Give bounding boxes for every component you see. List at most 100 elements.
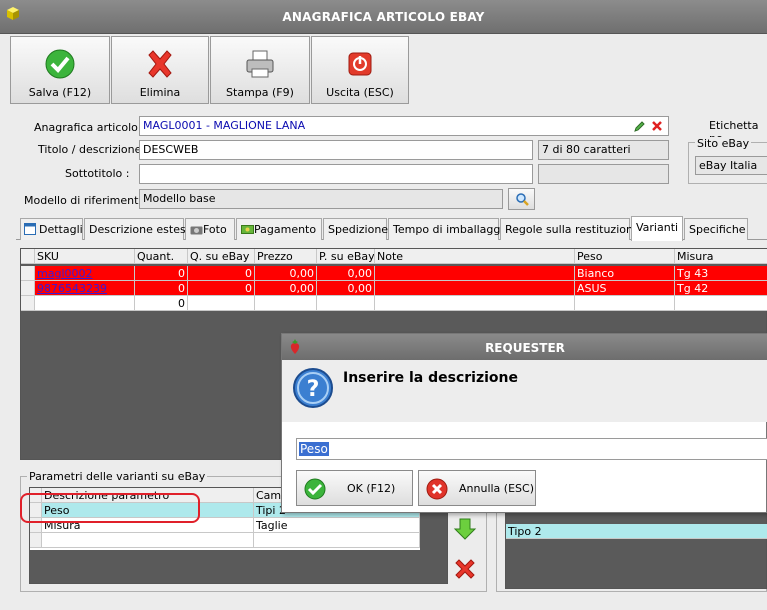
dialog-header: ? Inserire la descrizione — [282, 360, 767, 422]
exit-label: Uscita (ESC) — [326, 86, 394, 99]
cell-quant[interactable]: 0 — [135, 266, 188, 281]
exit-button[interactable]: Uscita (ESC) — [311, 36, 409, 104]
arrow-down-icon[interactable] — [452, 516, 478, 542]
cell-misura[interactable] — [675, 296, 767, 311]
sottotitolo-field[interactable] — [139, 164, 533, 184]
anagrafica-label: Anagrafica articolo : — [34, 121, 146, 134]
modello-search-button[interactable] — [508, 188, 535, 210]
cell-sku[interactable]: magl0002 — [35, 266, 135, 281]
col-quant[interactable]: Quant. — [135, 249, 188, 264]
cell-peso[interactable]: ASUS — [575, 281, 675, 296]
col-sku[interactable]: SKU — [35, 249, 135, 264]
cell-quant[interactable]: 0 — [135, 296, 188, 311]
anagrafica-field[interactable]: MAGL0001 - MAGLIONE LANA — [139, 116, 669, 136]
modello-field: Modello base — [139, 189, 503, 209]
dialog-prompt: Inserire la descrizione — [343, 370, 518, 386]
check-icon — [304, 478, 326, 500]
row-indicator — [30, 533, 42, 548]
param-campo[interactable] — [254, 533, 420, 548]
power-icon — [348, 52, 372, 76]
col-misura[interactable]: Misura — [675, 249, 767, 264]
cell-p-ebay[interactable] — [317, 296, 375, 311]
requester-dialog: REQUESTER ? Inserire la descrizione Peso… — [281, 333, 767, 513]
sito-group: Sito eBay eBay Italia — [688, 137, 767, 184]
clear-x-icon[interactable] — [651, 120, 663, 132]
cell-misura[interactable]: Tg 43 — [675, 266, 767, 281]
tab-dettagli[interactable]: Dettagli — [20, 218, 83, 240]
table-row[interactable]: magl0002 0 0 0,00 0,00 Bianco Tg 43 — [21, 266, 767, 281]
print-label: Stampa (F9) — [226, 86, 294, 99]
print-button[interactable]: Stampa (F9) — [210, 36, 310, 104]
titolo-field[interactable]: DESCWEB — [139, 140, 533, 160]
delete-button[interactable]: Elimina — [111, 36, 209, 104]
delete-param-icon[interactable] — [452, 556, 478, 582]
cancel-button[interactable]: Annulla (ESC) — [418, 470, 536, 506]
tab-label: Foto — [203, 223, 227, 236]
cell-note[interactable] — [375, 266, 575, 281]
cell-note[interactable] — [375, 296, 575, 311]
tab-pagamento[interactable]: Pagamento — [236, 218, 322, 240]
col-note[interactable]: Note — [375, 249, 575, 264]
param-desc[interactable] — [42, 533, 254, 548]
row-indicator-header — [21, 249, 35, 264]
titolo-label: Titolo / descrizione : — [38, 143, 149, 156]
save-button[interactable]: Salva (F12) — [10, 36, 110, 104]
tab-foto[interactable]: Foto — [185, 218, 235, 240]
table-row[interactable]: 0 — [21, 296, 767, 311]
cell-peso[interactable]: Bianco — [575, 266, 675, 281]
cell-sku[interactable] — [35, 296, 135, 311]
dialog-title-bar: REQUESTER — [282, 334, 767, 360]
sito-label: Sito eBay — [695, 137, 752, 150]
strawberry-icon — [290, 339, 300, 354]
dialog-title: REQUESTER — [485, 341, 565, 355]
cell-prezzo[interactable]: 0,00 — [255, 281, 317, 296]
table-row[interactable]: 9876543239 0 0 0,00 0,00 ASUS Tg 42 — [21, 281, 767, 296]
cell-note[interactable] — [375, 281, 575, 296]
cancel-label: Annulla (ESC) — [459, 482, 534, 495]
tab-label: Regole sulla restituzione — [505, 223, 640, 236]
tab-tempo-imballaggio[interactable]: Tempo di imballaggio — [388, 218, 510, 240]
cell-sku[interactable]: 9876543239 — [35, 281, 135, 296]
cell-q-ebay[interactable] — [188, 296, 255, 311]
svg-text:?: ? — [307, 377, 320, 402]
ok-button[interactable]: OK (F12) — [296, 470, 413, 506]
param-campo[interactable]: Taglie — [254, 518, 420, 533]
pencil-icon[interactable] — [633, 120, 646, 133]
col-prezzo[interactable]: Prezzo — [255, 249, 317, 264]
right-grid-row[interactable]: Tipo 2 — [506, 524, 767, 539]
tab-specifiche[interactable]: Specifiche — [684, 218, 748, 240]
tab-regole-restituzione[interactable]: Regole sulla restituzione — [500, 218, 640, 240]
cell-p-ebay[interactable]: 0,00 — [317, 266, 375, 281]
cell-q-ebay[interactable]: 0 — [188, 266, 255, 281]
cell-q-ebay[interactable]: 0 — [188, 281, 255, 296]
cell-peso[interactable] — [575, 296, 675, 311]
tab-spedizione[interactable]: Spedizione — [323, 218, 388, 240]
cell-quant[interactable]: 0 — [135, 281, 188, 296]
printer-icon — [246, 50, 274, 78]
cell-prezzo[interactable] — [255, 296, 317, 311]
tab-strip: Dettagli Descrizione estesa Foto Pagamen… — [16, 216, 767, 241]
tab-label: Descrizione estesa — [89, 223, 193, 236]
cell-misura[interactable]: Tg 42 — [675, 281, 767, 296]
sku-link[interactable]: magl0002 — [37, 267, 93, 280]
char-count: 7 di 80 caratteri — [538, 140, 669, 160]
col-peso[interactable]: Peso — [575, 249, 675, 264]
col-p-ebay[interactable]: P. su eBay — [317, 249, 375, 264]
question-icon: ? — [293, 368, 333, 408]
cell-prezzo[interactable]: 0,00 — [255, 266, 317, 281]
calendar-icon — [24, 223, 36, 235]
col-q-ebay[interactable]: Q. su eBay — [188, 249, 255, 264]
cell-p-ebay[interactable]: 0,00 — [317, 281, 375, 296]
tab-descrizione-estesa[interactable]: Descrizione estesa — [84, 218, 192, 240]
money-icon — [241, 225, 254, 234]
delete-label: Elimina — [139, 86, 181, 99]
description-input[interactable]: Peso — [296, 438, 767, 460]
row-indicator — [21, 296, 35, 311]
sku-link[interactable]: 9876543239 — [37, 282, 107, 295]
check-icon — [45, 49, 75, 79]
sito-value: eBay Italia — [695, 156, 767, 175]
highlight-annotation — [20, 493, 200, 523]
save-label: Salva (F12) — [28, 86, 92, 99]
tab-varianti[interactable]: Varianti — [631, 216, 683, 241]
tab-label: Specifiche — [689, 223, 746, 236]
